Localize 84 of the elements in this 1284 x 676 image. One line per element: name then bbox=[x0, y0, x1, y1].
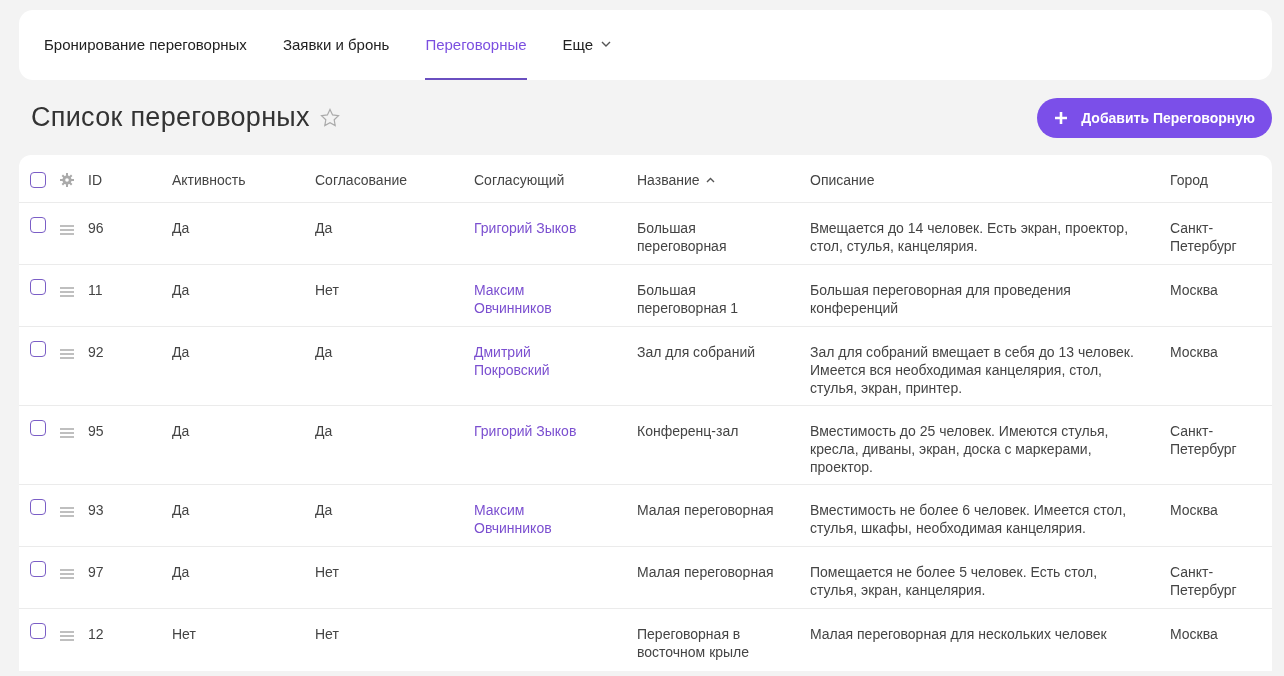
nav-tab[interactable]: Бронирование переговорных bbox=[44, 10, 247, 80]
tab-label: Еще bbox=[562, 35, 594, 53]
chevron-down-icon bbox=[601, 41, 612, 47]
drag-handle-icon[interactable] bbox=[60, 428, 74, 438]
checkbox[interactable] bbox=[30, 499, 46, 515]
drag-handle-icon[interactable] bbox=[60, 349, 74, 359]
room-description: Зал для собраний вмещает в себя до 13 человек. Имеется вся необходимая канцелярия, стол, стулья, экран, принтер. bbox=[810, 344, 1134, 396]
approver-link[interactable]: Григорий Зыков bbox=[474, 219, 577, 237]
city-value: Санкт-Петербург bbox=[1170, 423, 1237, 457]
sort-up-icon bbox=[705, 177, 715, 183]
room-description: Вместимость не более 6 человек. Имеется стол, стулья, шкафы, необходимая канцелярия. bbox=[810, 502, 1127, 536]
approval-value: Нет bbox=[315, 626, 339, 642]
room-description: Малая переговорная для нескольких человек bbox=[810, 626, 1107, 642]
star-icon[interactable] bbox=[319, 107, 340, 128]
room-id: 96 bbox=[88, 220, 104, 236]
approver-link[interactable]: Дмитрий Покровский bbox=[474, 343, 592, 379]
add-room-button[interactable]: Добавить Переговорную bbox=[1037, 97, 1272, 138]
approval-value: Да bbox=[315, 344, 333, 360]
room-id: 92 bbox=[88, 344, 104, 360]
approval-value: Нет bbox=[315, 282, 339, 298]
nav-tab[interactable]: Переговорные bbox=[425, 10, 527, 80]
tab-label: Заявки и бронь bbox=[282, 35, 390, 53]
checkbox[interactable] bbox=[30, 279, 46, 295]
room-id: 97 bbox=[88, 564, 104, 580]
room-description: Большая переговорная для проведения конференций bbox=[810, 282, 1071, 316]
approval-value: Да bbox=[315, 423, 333, 439]
column-header[interactable]: Согласующий bbox=[474, 171, 565, 189]
approval-value: Да bbox=[315, 502, 333, 518]
nav-tab[interactable]: Заявки и бронь bbox=[282, 10, 390, 80]
room-name: Конференц-зал bbox=[637, 423, 739, 439]
approver-link[interactable]: Григорий Зыков bbox=[474, 422, 577, 440]
drag-handle-icon[interactable] bbox=[60, 631, 74, 641]
tab-label: Переговорные bbox=[425, 35, 527, 53]
room-description: Вмещается до 14 человек. Есть экран, проектор, стол, стулья, канцелярия. bbox=[810, 220, 1128, 254]
column-header[interactable]: Согласование bbox=[315, 171, 407, 189]
more-dropdown[interactable]: Еще bbox=[562, 10, 612, 80]
room-name: Малая переговорная bbox=[637, 564, 774, 580]
drag-handle-icon[interactable] bbox=[60, 287, 74, 297]
activity-value: Да bbox=[172, 344, 190, 360]
approver-link[interactable]: Максим Овчинников bbox=[474, 501, 592, 537]
checkbox[interactable] bbox=[30, 623, 46, 639]
column-header[interactable]: Активность bbox=[172, 171, 246, 189]
room-name: Зал для собраний bbox=[637, 344, 755, 360]
city-value: Москва bbox=[1170, 344, 1218, 360]
activity-value: Да bbox=[172, 564, 190, 580]
room-id: 93 bbox=[88, 502, 104, 518]
room-name: Большая переговорная 1 bbox=[637, 282, 739, 316]
checkbox[interactable] bbox=[30, 217, 46, 233]
plus-icon bbox=[1055, 111, 1068, 124]
tab-label: Бронирование переговорных bbox=[44, 35, 247, 53]
activity-value: Нет bbox=[172, 626, 196, 642]
column-header[interactable]: ID bbox=[88, 171, 102, 189]
drag-handle-icon[interactable] bbox=[60, 569, 74, 579]
approver-link[interactable]: Максим Овчинников bbox=[474, 281, 592, 317]
approval-value: Нет bbox=[315, 564, 339, 580]
city-value: Москва bbox=[1170, 282, 1218, 298]
room-id: 12 bbox=[88, 626, 104, 642]
room-name: Малая переговорная bbox=[637, 502, 774, 518]
checkbox[interactable] bbox=[30, 341, 46, 357]
settings-icon[interactable] bbox=[60, 173, 74, 187]
room-id: 11 bbox=[88, 282, 103, 298]
page-title: Список переговорных bbox=[31, 102, 310, 133]
room-name: Переговорная в восточном крыле bbox=[637, 626, 750, 660]
city-value: Москва bbox=[1170, 626, 1218, 642]
approval-value: Да bbox=[315, 220, 333, 236]
column-header[interactable]: Название bbox=[637, 171, 700, 189]
city-value: Москва bbox=[1170, 502, 1218, 518]
drag-handle-icon[interactable] bbox=[60, 225, 74, 235]
room-id: 95 bbox=[88, 423, 104, 439]
column-header[interactable]: Город bbox=[1170, 171, 1208, 189]
room-name: Большая переговорная bbox=[637, 220, 727, 254]
checkbox[interactable] bbox=[30, 561, 46, 577]
activity-value: Да bbox=[172, 220, 190, 236]
city-value: Санкт-Петербург bbox=[1170, 220, 1237, 254]
room-description: Помещается не более 5 человек. Есть стол, стулья, экран, канцелярия. bbox=[810, 564, 1098, 598]
room-description: Вместимость до 25 человек. Имеются стулья, кресла, диваны, экран, доска с маркерами, проектор. bbox=[810, 423, 1109, 475]
drag-handle-icon[interactable] bbox=[60, 507, 74, 517]
column-header[interactable]: Описание bbox=[810, 171, 875, 189]
activity-value: Да bbox=[172, 423, 190, 439]
checkbox[interactable] bbox=[30, 420, 46, 436]
activity-value: Да bbox=[172, 502, 190, 518]
checkbox[interactable] bbox=[30, 172, 46, 188]
city-value: Санкт-Петербург bbox=[1170, 564, 1237, 598]
activity-value: Да bbox=[172, 282, 190, 298]
